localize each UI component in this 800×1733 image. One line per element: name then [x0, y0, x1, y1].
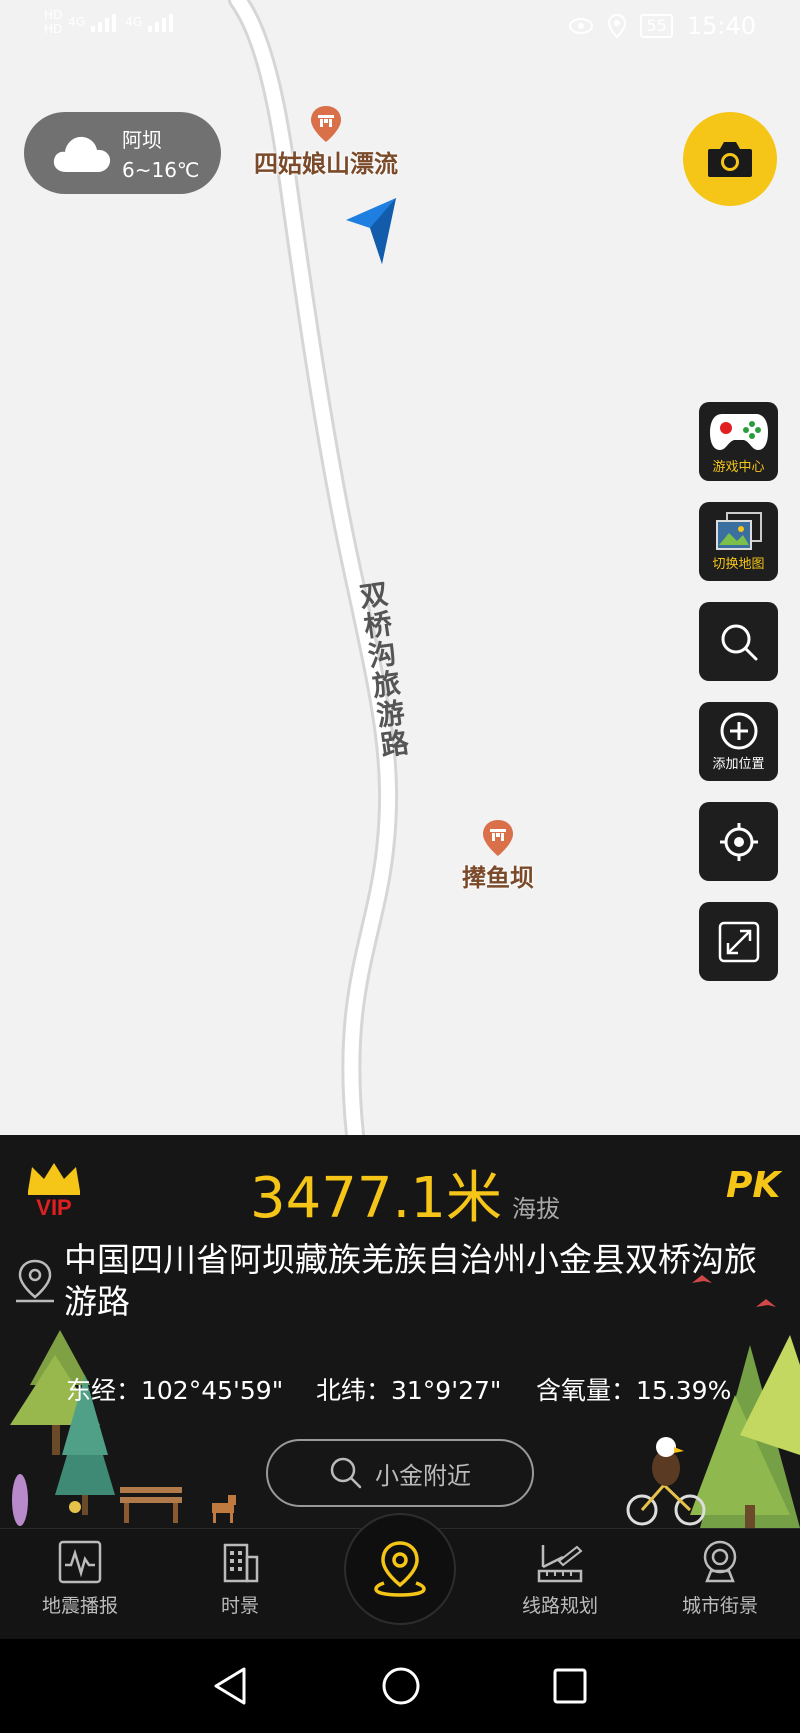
location-icon — [608, 14, 627, 38]
tab-location-center[interactable] — [344, 1513, 456, 1625]
status-bar: HD HD 4G 4G 55 15:40 — [0, 0, 800, 56]
coordinates-row: 东经：102°45'59" 北纬：31°9'27" 含氧量：15.39% — [66, 1371, 786, 1407]
gamepad-icon — [709, 414, 768, 450]
route-ruler-icon — [537, 1545, 583, 1583]
hd-label: HD — [44, 8, 63, 22]
poi-nianyuba[interactable]: 撵鱼坝 — [462, 818, 534, 893]
game-center-button[interactable]: 游戏中心 — [699, 402, 778, 481]
fullscreen-button[interactable] — [699, 902, 778, 981]
tab-label: 地震播报 — [41, 1595, 118, 1617]
poi-label: 四姑娘山漂流 — [254, 150, 398, 178]
system-navigation-bar — [0, 1639, 800, 1733]
signal-icon — [148, 14, 174, 32]
tab-label: 城市街景 — [681, 1595, 758, 1617]
app-screen: 双桥沟旅游路 四姑娘山漂流 撵鱼坝 HD HD 4G 4G 55 15:40 阿… — [0, 0, 800, 1733]
eye-icon — [569, 18, 594, 34]
poi-rafting[interactable]: 四姑娘山漂流 — [254, 104, 398, 179]
bottom-tab-bar: 地震播报 时景 线路规划 城市街景 — [0, 1513, 800, 1639]
address-text: 中国四川省阿坝藏族羌族自治州小金县双桥沟旅游路 — [64, 1240, 757, 1321]
nearby-label: 小金附近 — [375, 1461, 471, 1490]
search-button[interactable] — [699, 602, 778, 681]
location-pin-outline-icon — [16, 1259, 54, 1303]
switch-map-button[interactable]: 切换地图 — [699, 502, 778, 581]
latitude: 北纬：31°9'27" — [316, 1376, 502, 1405]
tab-label: 线路规划 — [521, 1595, 598, 1617]
search-icon — [721, 624, 757, 660]
navigation-arrow-icon — [346, 198, 396, 264]
clock: 15:40 — [686, 12, 756, 40]
add-location-button[interactable]: 添加位置 — [699, 702, 778, 781]
network-indicators: HD HD 4G 4G — [44, 8, 176, 36]
nearby-button[interactable]: 小金附近 — [266, 1439, 534, 1507]
altitude-label: 海拔 — [511, 1195, 560, 1223]
pk-button[interactable]: PK — [726, 1165, 780, 1206]
cloud-icon — [53, 136, 111, 172]
expand-icon — [718, 921, 759, 962]
building-icon — [223, 1543, 259, 1583]
poi-pin-icon — [483, 820, 513, 856]
camera-icon — [708, 142, 752, 177]
longitude: 东经：102°45'59" — [66, 1376, 284, 1405]
back-icon[interactable] — [210, 1665, 250, 1707]
switch-map-label: 切换地图 — [712, 557, 765, 572]
tab-label: 时景 — [220, 1595, 259, 1617]
vip-label: VIP — [36, 1195, 71, 1217]
poi-pin-icon — [311, 106, 341, 142]
game-center-label: 游戏中心 — [712, 460, 765, 475]
home-icon[interactable] — [380, 1665, 422, 1707]
weather-city: 阿坝 — [122, 128, 162, 152]
seismograph-icon — [58, 1540, 102, 1584]
search-icon — [330, 1457, 362, 1489]
add-location-label: 添加位置 — [712, 757, 765, 772]
locate-me-button[interactable] — [699, 802, 778, 881]
weather-temperature: 6~16℃ — [122, 158, 200, 182]
tab-street-view[interactable]: 城市街景 — [650, 1539, 790, 1618]
altitude-unit: 米 — [445, 1166, 502, 1231]
signal-icon — [91, 14, 117, 32]
hd-label: HD — [44, 22, 63, 36]
network-type-label: 4G — [125, 15, 143, 29]
tab-earthquake[interactable]: 地震播报 — [10, 1539, 150, 1618]
status-right: 55 15:40 — [568, 12, 756, 40]
weather-widget[interactable]: 阿坝 6~16℃ — [24, 112, 221, 194]
recents-icon[interactable] — [550, 1665, 590, 1707]
tab-route-planning[interactable]: 线路规划 — [490, 1539, 630, 1618]
tab-scenes[interactable]: 时景 — [170, 1539, 310, 1618]
oxygen-level: 含氧量：15.39% — [536, 1376, 732, 1405]
switch-map-icon — [715, 512, 762, 550]
altitude-display: 3477.1 米 海拔 — [250, 1153, 560, 1234]
location-info-panel: VIP 3477.1 米 海拔 PK 中国四川省阿坝藏族羌族自治州小金县双桥沟旅… — [0, 1135, 800, 1528]
crosshair-icon — [719, 822, 758, 861]
plus-circle-icon — [720, 712, 757, 750]
poi-label: 撵鱼坝 — [462, 864, 534, 892]
camera-button[interactable] — [683, 112, 777, 206]
network-type-label: 4G — [68, 15, 86, 29]
vip-crown-icon[interactable]: VIP — [24, 1161, 84, 1217]
battery-indicator: 55 — [640, 14, 673, 38]
street-view-camera-icon — [703, 1540, 737, 1583]
location-pin-icon — [374, 1541, 426, 1597]
altitude-value: 3477.1 — [250, 1166, 446, 1231]
